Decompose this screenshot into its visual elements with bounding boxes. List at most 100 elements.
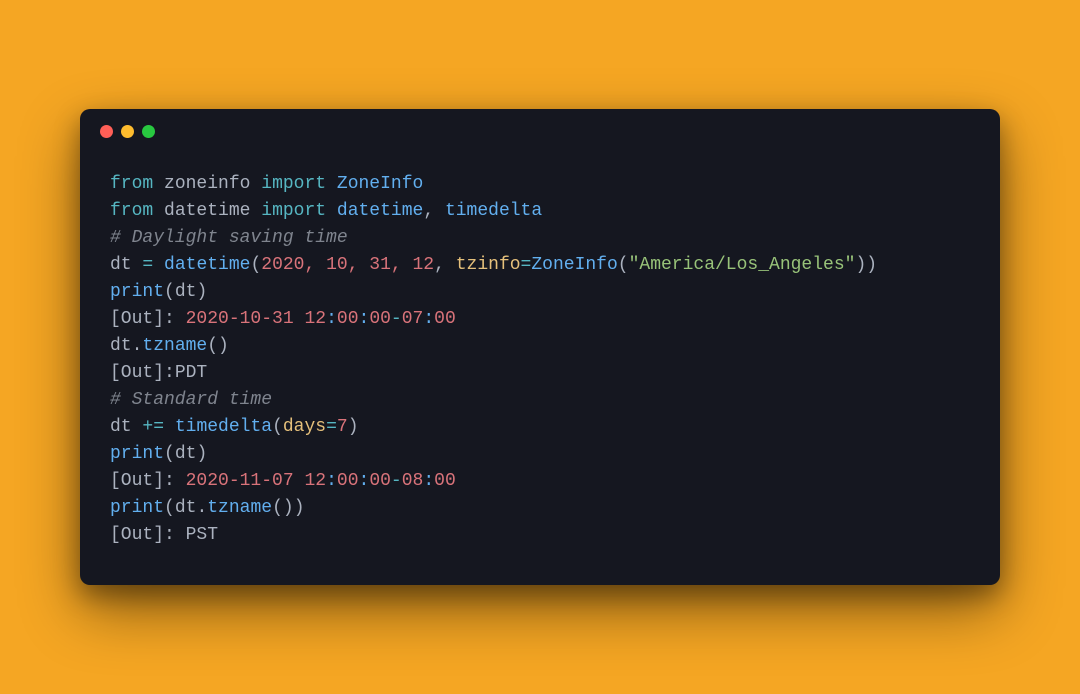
code-line: print(dt.tzname()): [110, 495, 970, 522]
kw-from: from: [110, 174, 153, 194]
output-line: [Out]: 2020-11-07 12:00:00-08:00: [110, 468, 970, 495]
num: 2020, 10, 31, 12: [261, 255, 434, 275]
func: print: [110, 498, 164, 518]
colon: :: [423, 471, 434, 491]
zoom-icon[interactable]: [142, 125, 155, 138]
punct: (: [207, 336, 218, 356]
func: tzname: [207, 498, 272, 518]
kw-from: from: [110, 201, 153, 221]
out-date: 2020-11-07: [186, 471, 294, 491]
var: dt: [110, 255, 132, 275]
out-val: PDT: [175, 363, 207, 383]
code-line: dt += timedelta(days=7): [110, 414, 970, 441]
out-date: 2020-10-31: [186, 309, 294, 329]
func: tzname: [142, 336, 207, 356]
out-val: PST: [186, 525, 218, 545]
space: [175, 471, 186, 491]
comment: # Standard time: [110, 387, 970, 414]
space: [175, 309, 186, 329]
var: dt: [175, 282, 197, 302]
func: ZoneInfo: [531, 255, 617, 275]
punct: ,: [423, 201, 434, 221]
code-line: from zoneinfo import ZoneInfo: [110, 171, 970, 198]
func: print: [110, 444, 164, 464]
minimize-icon[interactable]: [121, 125, 134, 138]
module-name: datetime: [164, 201, 250, 221]
output-line: [Out]: 2020-10-31 12:00:00-07:00: [110, 306, 970, 333]
out-num: 07: [402, 309, 424, 329]
dash: -: [391, 471, 402, 491]
func: datetime: [164, 255, 250, 275]
out-num: 08: [402, 471, 424, 491]
punct: (: [164, 498, 175, 518]
op: +=: [142, 417, 164, 437]
window-titlebar: [80, 109, 1000, 153]
func: timedelta: [175, 417, 272, 437]
dash: -: [391, 309, 402, 329]
type-name: ZoneInfo: [337, 174, 423, 194]
punct: ): [866, 255, 877, 275]
punct: (: [164, 282, 175, 302]
punct: ,: [434, 255, 445, 275]
code-window: from zoneinfo import ZoneInfofrom dateti…: [80, 109, 1000, 585]
kw-import: import: [261, 174, 326, 194]
out-tag: [Out]:: [110, 525, 175, 545]
colon: :: [359, 471, 370, 491]
code-area: from zoneinfo import ZoneInfofrom dateti…: [80, 153, 1000, 585]
code-line: dt.tzname(): [110, 333, 970, 360]
op: =: [142, 255, 153, 275]
out-num: 12: [304, 471, 326, 491]
punct: .: [196, 498, 207, 518]
var: dt: [175, 498, 197, 518]
out-tag: [Out]:: [110, 471, 175, 491]
var: dt: [110, 417, 132, 437]
module-name: zoneinfo: [164, 174, 250, 194]
punct: ): [348, 417, 359, 437]
kw-import: import: [261, 201, 326, 221]
punct: ): [196, 282, 207, 302]
func: print: [110, 282, 164, 302]
out-num: 00: [434, 471, 456, 491]
string: "America/Los_Angeles": [629, 255, 856, 275]
var: dt: [110, 336, 132, 356]
code-line: print(dt): [110, 279, 970, 306]
punct: (: [164, 444, 175, 464]
type-name: timedelta: [445, 201, 542, 221]
kwarg: tzinfo: [456, 255, 521, 275]
punct: ): [218, 336, 229, 356]
code-line: from datetime import datetime, timedelta: [110, 198, 970, 225]
out-tag: [Out]:: [110, 363, 175, 383]
out-num: 00: [434, 309, 456, 329]
type-name: datetime: [337, 201, 423, 221]
op: =: [326, 417, 337, 437]
stage: from zoneinfo import ZoneInfofrom dateti…: [0, 0, 1080, 694]
var: dt: [175, 444, 197, 464]
output-line: [Out]: PST: [110, 522, 970, 549]
out-num: 00: [337, 471, 359, 491]
punct: .: [132, 336, 143, 356]
punct: (: [618, 255, 629, 275]
punct: ): [283, 498, 294, 518]
punct: (: [272, 417, 283, 437]
punct: (: [272, 498, 283, 518]
out-num: 00: [337, 309, 359, 329]
punct: ): [196, 444, 207, 464]
close-icon[interactable]: [100, 125, 113, 138]
colon: :: [423, 309, 434, 329]
out-num: 00: [369, 471, 391, 491]
punct: (: [250, 255, 261, 275]
punct: ): [855, 255, 866, 275]
out-num: 00: [369, 309, 391, 329]
colon: :: [326, 309, 337, 329]
kwarg: days: [283, 417, 326, 437]
num: 7: [337, 417, 348, 437]
output-line: [Out]:PDT: [110, 360, 970, 387]
code-line: print(dt): [110, 441, 970, 468]
colon: :: [326, 471, 337, 491]
space: [175, 525, 186, 545]
colon: :: [359, 309, 370, 329]
code-line: dt = datetime(2020, 10, 31, 12, tzinfo=Z…: [110, 252, 970, 279]
op: =: [521, 255, 532, 275]
punct: ): [294, 498, 305, 518]
out-num: 12: [304, 309, 326, 329]
